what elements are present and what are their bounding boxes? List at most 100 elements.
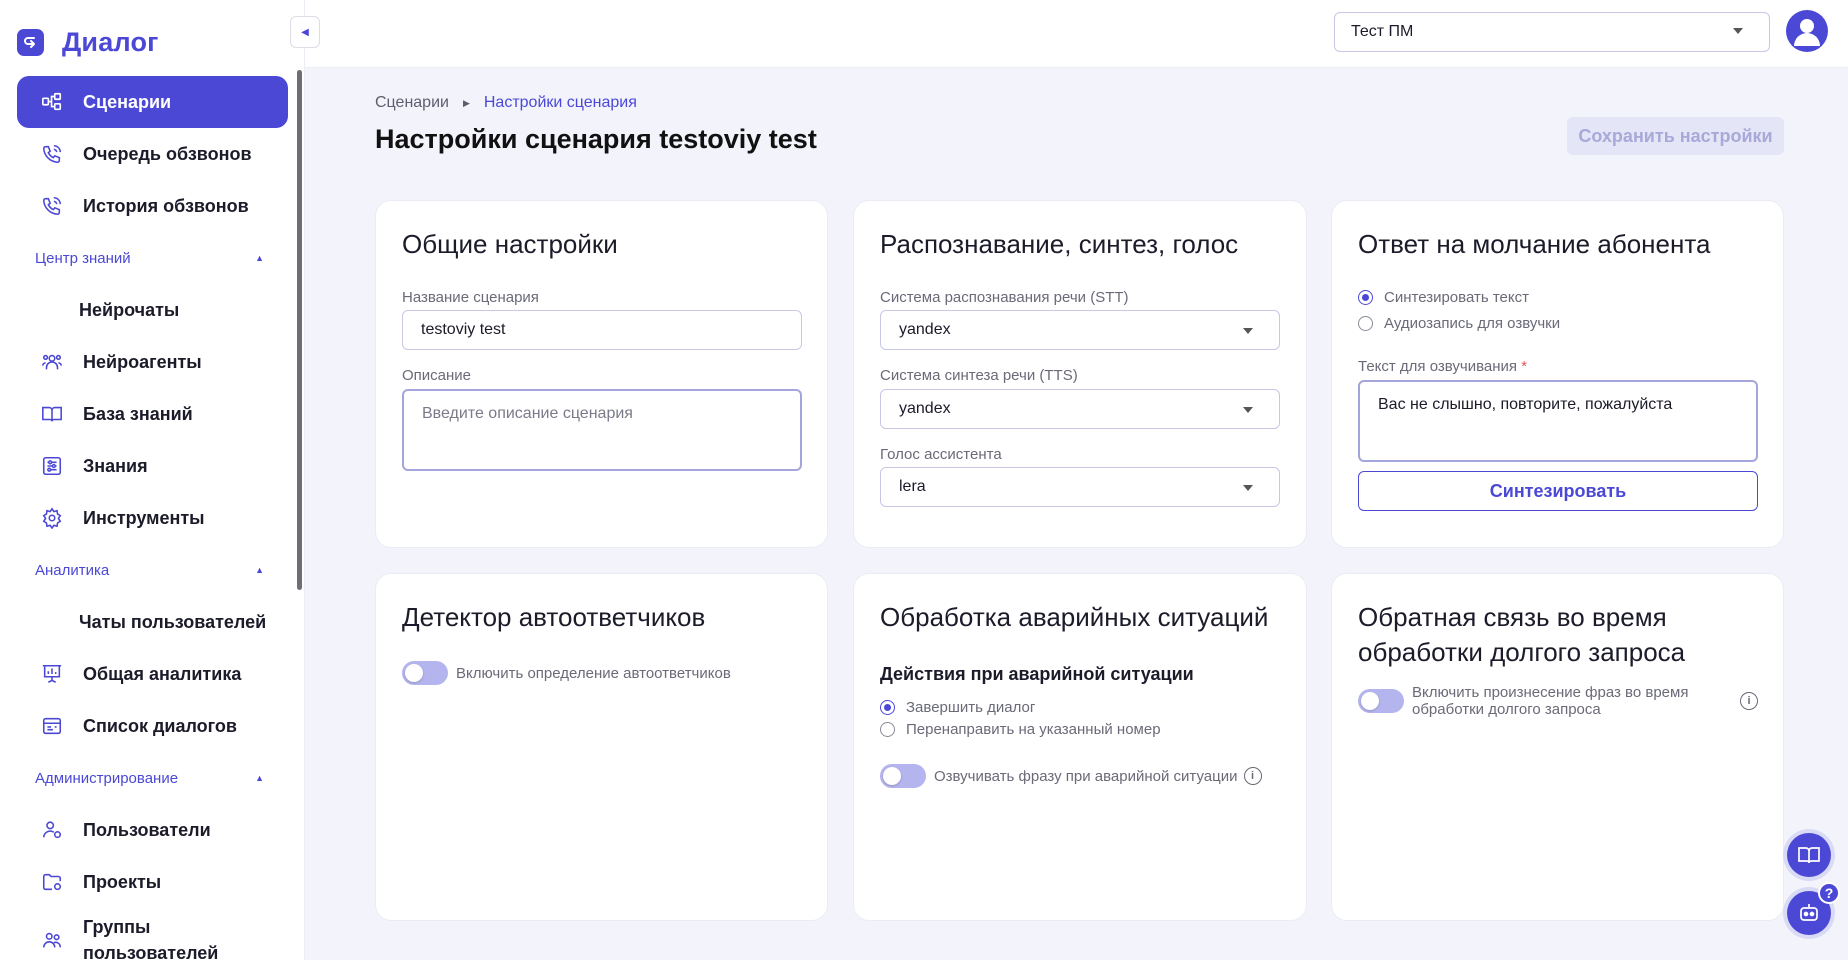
avatar[interactable] [1786,10,1828,52]
book-icon [41,403,63,425]
radio-label: Синтезировать текст [1384,289,1529,306]
sidebar-item-label: История обзвонов [83,195,249,216]
sidebar-item-user-groups[interactable]: Группы пользователей [17,908,288,960]
answering-machine-toggle-row: Включить определение автоответчиков [402,661,731,685]
input-value: testoviy test [421,321,506,338]
card-title-line: обработки долгого запроса [1358,637,1686,667]
sidebar-item-call-history[interactable]: История обзвонов [17,180,288,232]
project-select[interactable]: Тест ПМ [1334,12,1770,52]
radio-synthesize-text[interactable]: Синтезировать текст [1358,289,1529,306]
sidebar-item-label: Нейроагенты [83,351,202,372]
sidebar-item-dialog-list[interactable]: Список диалогов [17,700,288,752]
toggle-label-line: Включить произнесение фраз во время [1412,684,1689,701]
phone-queue-icon [41,143,63,165]
radio-button[interactable] [880,722,895,737]
section-analytics[interactable]: Аналитика ▲ [17,544,288,596]
scenario-name-input[interactable]: testoviy test [402,310,802,350]
field-label: Текст для озвучивания * [1358,358,1527,375]
info-icon[interactable]: i [1243,767,1262,785]
breadcrumb-current: Настройки сценария [483,94,637,111]
page-title: Настройки сценария testoviy test [375,124,817,154]
sidebar-scrollbar[interactable] [297,70,302,590]
card-silence-response: Ответ на молчание абонента Синтезировать… [1331,200,1784,548]
sidebar-item-users[interactable]: Пользователи [17,804,288,856]
select-value: lera [899,478,926,495]
sidebar: Диалог Сценарии Очередь обзвонов История… [0,0,305,960]
sidebar-item-knowledge[interactable]: Знания [17,440,288,492]
sidebar-item-user-chats[interactable]: Чаты пользователей [17,596,288,648]
book-icon [1798,847,1820,864]
robot-icon [1800,904,1818,921]
collapse-sidebar-button[interactable]: ◀ [290,16,320,48]
sidebar-item-call-queue[interactable]: Очередь обзвонов [17,128,288,180]
radio-label: Перенаправить на указанный номер [906,721,1161,738]
speech-text-textarea[interactable]: Вас не слышно, повторите, пожалуйста [1358,380,1758,462]
toggle-label: Включить определение автоответчиков [456,664,731,682]
sidebar-item-knowledge-base[interactable]: База знаний [17,388,288,440]
sidebar-item-neuroagents[interactable]: Нейроагенты [17,336,288,388]
save-settings-button[interactable]: Сохранить настройки [1567,117,1784,155]
logo-text: Диалог [62,27,159,57]
sidebar-item-label: Нейрочаты [79,299,180,320]
voice-select[interactable]: lera [880,467,1280,507]
sidebar-item-label: Пользователи [83,819,211,840]
card-title: Обратная связь во время обработки долгог… [1358,600,1685,670]
section-knowledge-center[interactable]: Центр знаний ▲ [17,232,288,284]
breadcrumb: Сценарии ▶ Настройки сценария [375,94,637,112]
long-request-toggle-row: Включить произнесение фраз во время обра… [1358,684,1758,718]
card-title: Детектор автоответчиков [402,602,706,632]
sidebar-item-general-analytics[interactable]: Общая аналитика [17,648,288,700]
answering-machine-toggle[interactable] [402,661,448,685]
card-title: Обработка аварийных ситуаций [880,602,1269,632]
card-title: Распознавание, синтез, голос [880,229,1239,259]
section-administration[interactable]: Администрирование ▲ [17,752,288,804]
sidebar-item-label: Инструменты [83,507,205,528]
radio-button[interactable] [1358,316,1373,331]
breadcrumb-root-link[interactable]: Сценарии [375,94,449,112]
radio-audio-recording[interactable]: Аудиозапись для озвучки [1358,315,1560,332]
card-title: Общие настройки [402,229,618,259]
card-answering-machine: Детектор автоответчиков Включить определ… [375,573,828,921]
info-icon[interactable]: i [1740,692,1758,710]
select-value: yandex [899,321,951,338]
sidebar-item-label: Общая аналитика [83,663,242,684]
field-label-text: Текст для озвучивания [1358,358,1518,375]
knowledge-fab-button[interactable] [1787,833,1831,877]
stt-select[interactable]: yandex [880,310,1280,350]
chevron-down-icon [1733,28,1743,34]
select-value: yandex [899,400,951,417]
sidebar-nav: Сценарии Очередь обзвонов История обзвон… [17,76,288,960]
field-label: Название сценария [402,289,539,306]
folder-gear-icon [41,871,63,893]
help-badge[interactable]: ? [1818,882,1840,904]
toggle-label: Озвучивать фразу при аварийной ситуации [934,767,1238,785]
sidebar-item-label: Чаты пользователей [79,611,267,632]
card-speech-settings: Распознавание, синтез, голос Система рас… [853,200,1307,548]
synthesize-button[interactable]: Синтезировать [1358,471,1758,511]
radio-button[interactable] [1358,290,1373,305]
tts-select[interactable]: yandex [880,389,1280,429]
radio-redirect-number[interactable]: Перенаправить на указанный номер [880,721,1161,738]
radio-button[interactable] [880,700,895,715]
card-title-line: Обратная связь во время [1358,602,1667,632]
app-logo[interactable]: Диалог [17,27,159,58]
textarea-value: Вас не слышно, повторите, пожалуйста [1378,396,1673,413]
sidebar-item-projects[interactable]: Проекты [17,856,288,908]
user-group-icon [41,929,63,951]
sidebar-item-scenarios[interactable]: Сценарии [17,76,288,128]
description-textarea[interactable]: Введите описание сценария [402,389,802,471]
sidebar-item-tools[interactable]: Инструменты [17,492,288,544]
long-request-toggle[interactable] [1358,689,1404,713]
card-long-request-feedback: Обратная связь во время обработки долгог… [1331,573,1784,921]
toggle-label: Включить произнесение фраз во время обра… [1412,684,1740,718]
sidebar-item-label: Очередь обзвонов [83,143,252,164]
sidebar-item-neurochats[interactable]: Нейрочаты [17,284,288,336]
emergency-phrase-toggle[interactable] [880,764,926,788]
field-label: Описание [402,367,472,384]
sidebar-item-label: Знания [83,455,148,476]
radio-end-dialog[interactable]: Завершить диалог [880,699,1035,716]
section-subheading: Действия при аварийной ситуации [880,664,1194,684]
card-general-settings: Общие настройки Название сценария testov… [375,200,828,548]
presentation-chart-icon [41,663,63,685]
gear-icon [41,507,63,529]
